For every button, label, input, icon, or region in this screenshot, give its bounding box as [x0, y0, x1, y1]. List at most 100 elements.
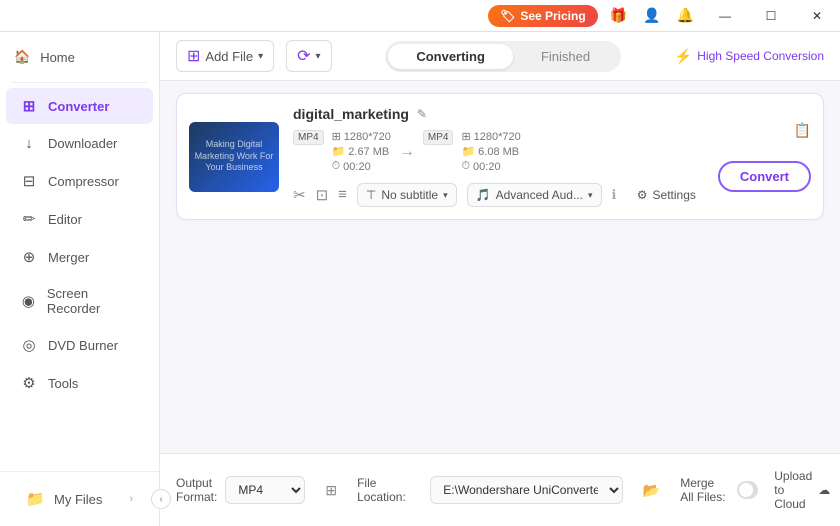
- sidebar-label-tools: Tools: [48, 376, 78, 391]
- sidebar-item-downloader[interactable]: ↓ Downloader: [6, 126, 153, 161]
- bell-icon[interactable]: 🔔: [673, 5, 698, 26]
- sidebar-label-dvd-burner: DVD Burner: [48, 338, 118, 353]
- close-button[interactable]: ✕: [794, 0, 840, 32]
- tag-icon: 🏷: [500, 9, 515, 23]
- edit-name-icon[interactable]: ✎: [417, 107, 427, 121]
- sidebar-item-tools[interactable]: ⚙ Tools: [6, 365, 153, 401]
- sidebar-item-screen-recorder[interactable]: ◉ Screen Recorder: [6, 277, 153, 325]
- source-resolution: ⊞ 1280*720: [332, 130, 391, 143]
- downloader-icon: ↓: [20, 135, 38, 152]
- file-preview-icon[interactable]: 📋: [794, 122, 811, 139]
- subtitle-icon: ⊤: [366, 188, 376, 202]
- scissors-icon[interactable]: ✂: [293, 186, 306, 204]
- subtitle-select[interactable]: ⊤ No subtitle ▾: [357, 183, 457, 207]
- merge-toggle[interactable]: [737, 481, 758, 499]
- convert-arrow-icon: →: [399, 143, 415, 161]
- tab-group: Converting Finished: [385, 41, 621, 72]
- sidebar-item-merger[interactable]: ⊕ Merger: [6, 239, 153, 275]
- open-folder-icon[interactable]: 📂: [639, 478, 664, 503]
- add-options-chevron: ▾: [316, 51, 321, 62]
- sidebar-item-my-files[interactable]: 📁 My Files ›: [12, 481, 147, 517]
- subtitle-chevron: ▾: [443, 190, 448, 201]
- speed-badge: ⚡ High Speed Conversion: [675, 48, 824, 65]
- thumbnail-text: Making Digital Marketing Work For Your B…: [189, 135, 279, 178]
- bottom-bar: Output Format: MP4 MKV MOV AVI ⊞ File Lo…: [160, 453, 840, 526]
- convert-button[interactable]: Convert: [718, 161, 811, 192]
- sidebar-label-screen-recorder: Screen Recorder: [47, 286, 139, 316]
- maximize-button[interactable]: ☐: [748, 0, 794, 32]
- settings-gear-icon: ⚙: [637, 188, 648, 202]
- merge-files-row: Merge All Files:: [680, 476, 758, 504]
- add-file-chevron-icon: ▾: [258, 51, 263, 62]
- tools-icon: ⚙: [20, 374, 38, 392]
- add-file-icon: ⊞: [187, 46, 200, 66]
- lightning-icon: ⚡: [675, 48, 692, 65]
- resolution-icon: ⊞: [332, 130, 341, 143]
- settings-label: Settings: [653, 188, 696, 202]
- output-format-select[interactable]: MP4 MKV MOV AVI: [225, 476, 305, 504]
- compressor-icon: ⊟: [20, 172, 38, 190]
- sidebar-label-merger: Merger: [48, 250, 89, 265]
- collapse-sidebar-button[interactable]: ‹: [151, 489, 171, 509]
- editor-icon: ✏: [20, 210, 38, 228]
- target-size-icon: 📁: [461, 145, 475, 158]
- target-clock-icon: ⏱: [461, 160, 470, 173]
- gift-icon[interactable]: 🎁: [606, 5, 631, 26]
- output-format-label: Output Format:: [176, 476, 217, 504]
- crop-icon[interactable]: ⊡: [316, 186, 329, 204]
- home-icon: 🏠: [14, 49, 30, 65]
- target-format-label: MP4: [423, 130, 454, 145]
- see-pricing-button[interactable]: 🏷 See Pricing: [488, 5, 598, 27]
- app-layout: 🏠 Home ⊞ Converter ↓ Downloader ⊟ Compre…: [0, 32, 840, 526]
- target-meta: ⊞ 1280*720 📁 6.08 MB ⏱ 00:20: [461, 130, 520, 173]
- tab-finished[interactable]: Finished: [513, 44, 618, 69]
- file-name: digital_marketing: [293, 106, 409, 122]
- toolbar: ⊞ Add File ▾ ⟳ ▾ Converting Finished: [160, 32, 840, 81]
- info-icon[interactable]: ℹ: [612, 187, 617, 203]
- sidebar-item-editor[interactable]: ✏ Editor: [6, 201, 153, 237]
- sidebar-label-downloader: Downloader: [48, 136, 117, 151]
- settings-rotate-icon: ⟳: [297, 46, 310, 66]
- tab-finished-label: Finished: [541, 49, 590, 64]
- audio-select[interactable]: 🎵 Advanced Aud... ▾: [467, 183, 602, 207]
- sidebar-item-home[interactable]: 🏠 Home: [0, 40, 159, 74]
- effects-icon[interactable]: ≡: [338, 186, 347, 204]
- audio-label: Advanced Aud...: [496, 188, 583, 202]
- my-files-icon: 📁: [26, 490, 44, 508]
- settings-button[interactable]: ⚙ Settings: [629, 184, 704, 206]
- clock-icon: ⏱: [332, 160, 341, 173]
- sidebar-item-compressor[interactable]: ⊟ Compressor: [6, 163, 153, 199]
- source-meta: ⊞ 1280*720 📁 2.67 MB ⏱ 00:20: [332, 130, 391, 173]
- target-resolution: ⊞ 1280*720: [461, 130, 520, 143]
- add-file-label: Add File: [205, 49, 253, 64]
- sidebar-label-editor: Editor: [48, 212, 82, 227]
- file-name-row: digital_marketing ✎: [293, 106, 704, 122]
- sidebar: 🏠 Home ⊞ Converter ↓ Downloader ⊟ Compre…: [0, 32, 160, 526]
- target-size: 📁 6.08 MB: [461, 145, 520, 158]
- format-settings-icon[interactable]: ⊞: [321, 478, 341, 503]
- add-options-button[interactable]: ⟳ ▾: [286, 40, 331, 72]
- tab-converting-label: Converting: [416, 49, 485, 64]
- file-location-label: File Location:: [357, 476, 422, 504]
- file-location-select[interactable]: E:\Wondershare UniConverter 1: [430, 476, 623, 504]
- minimize-button[interactable]: —: [702, 0, 748, 32]
- file-size-icon: 📁: [332, 145, 346, 158]
- file-card: Making Digital Marketing Work For Your B…: [176, 93, 824, 220]
- speed-label: High Speed Conversion: [697, 49, 824, 63]
- user-icon[interactable]: 👤: [639, 5, 664, 26]
- cloud-icon: ☁: [818, 483, 830, 497]
- merge-files-label: Merge All Files:: [680, 476, 729, 504]
- audio-icon: 🎵: [476, 188, 491, 202]
- sidebar-item-converter[interactable]: ⊞ Converter: [6, 88, 153, 124]
- upload-cloud-button[interactable]: Upload to Cloud ☁: [774, 469, 830, 511]
- tab-converting[interactable]: Converting: [388, 44, 513, 69]
- add-file-button[interactable]: ⊞ Add File ▾: [176, 40, 274, 72]
- source-format-box: MP4 ⊞ 1280*720 📁 2.67 MB: [293, 130, 391, 173]
- source-format-label: MP4: [293, 130, 324, 145]
- sidebar-item-dvd-burner[interactable]: ◎ DVD Burner: [6, 327, 153, 363]
- target-format-box: MP4 ⊞ 1280*720 📁 6.08 MB: [423, 130, 521, 173]
- output-format-field: Output Format: MP4 MKV MOV AVI: [176, 476, 305, 504]
- screen-recorder-icon: ◉: [20, 292, 37, 310]
- file-thumbnail: Making Digital Marketing Work For Your B…: [189, 122, 279, 192]
- convert-label: Convert: [740, 169, 789, 184]
